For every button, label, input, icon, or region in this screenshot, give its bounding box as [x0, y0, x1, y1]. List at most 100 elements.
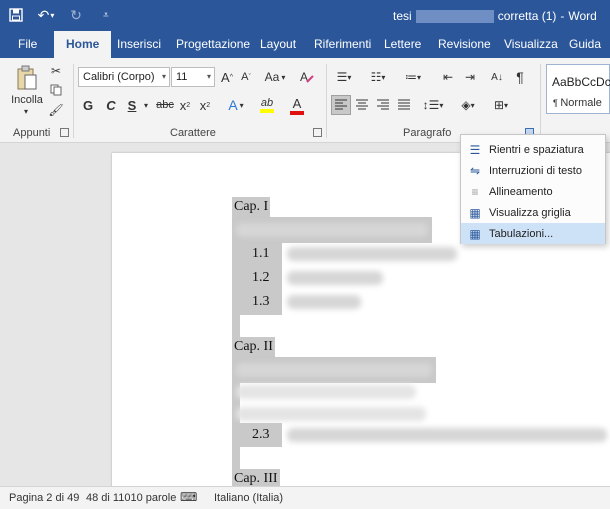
underline-dropdown-icon[interactable]: ▾ — [141, 96, 151, 114]
proofing-icon[interactable]: ⌨ — [180, 490, 197, 504]
cut-icon[interactable]: ✂ — [49, 64, 63, 78]
shrink-font-button[interactable]: Aˇ — [238, 68, 254, 86]
show-formatting-icon[interactable]: ¶ — [512, 68, 528, 86]
underline-button[interactable]: S — [125, 96, 139, 114]
copy-icon[interactable] — [49, 83, 63, 97]
strikethrough-button[interactable]: abc — [155, 96, 175, 114]
tab-layout[interactable]: Layout — [260, 31, 296, 58]
clipboard-launcher-icon[interactable] — [60, 128, 69, 137]
tab-home[interactable]: Home — [54, 31, 112, 58]
blurred-text — [236, 223, 428, 237]
title-bar: ↶ ▾ ↻ ⩡ tesi corretta (1) - Word — [0, 0, 610, 31]
doc-title-end: corretta (1) — [497, 9, 557, 23]
font-color-button[interactable]: A — [283, 94, 311, 116]
align-center-icon[interactable] — [353, 95, 371, 115]
line-spacing-icon[interactable]: ↕☰ ▾ — [420, 95, 446, 115]
tab-lettere[interactable]: Lettere — [384, 31, 421, 58]
menu-item-label: Interruzioni di testo — [489, 164, 582, 177]
style-normal-tile[interactable]: AaBbCcDc ¶ Normale — [546, 64, 610, 114]
superscript-button[interactable]: x2 — [198, 96, 212, 114]
paste-icon[interactable] — [12, 64, 42, 92]
style-name-label: Normale — [560, 97, 602, 109]
section-1-1: 1.1 — [252, 246, 270, 261]
tab-revisione[interactable]: Revisione — [438, 31, 491, 58]
title-separator: - — [560, 9, 565, 23]
multilevel-list-icon[interactable]: ≔ ▾ — [400, 68, 426, 86]
style-sample-text: AaBbCcDc — [552, 75, 610, 89]
group-divider — [326, 64, 327, 138]
text-effects-button[interactable]: A ▾ — [223, 96, 249, 114]
status-bar: Pagina 2 di 49 48 di 11010 parole ⌨ Ital… — [0, 486, 610, 509]
tab-guida[interactable]: Guida — [569, 31, 601, 58]
tab-riferimenti[interactable]: Riferimenti — [314, 31, 371, 58]
shrink-font-label: A — [241, 71, 249, 83]
menu-item-indent-spacing[interactable]: ☰ Rientri e spaziatura — [461, 139, 605, 160]
sort-icon[interactable]: A↓ — [488, 68, 506, 86]
font-name-value: Calibri (Corpo) — [83, 71, 155, 83]
justify-icon[interactable] — [395, 95, 413, 115]
clipboard-group-label: Appunti — [13, 127, 51, 139]
redo-icon[interactable]: ↻ — [66, 6, 86, 24]
blurred-text — [236, 363, 432, 377]
change-case-button[interactable]: Aa ▾ — [262, 68, 288, 86]
customize-icon[interactable]: ⩡ — [96, 6, 116, 24]
page-count[interactable]: Pagina 2 di 49 — [9, 492, 79, 504]
font-size-combo[interactable]: 11 ▾ — [171, 67, 215, 87]
align-left-icon[interactable] — [331, 95, 351, 115]
grow-font-button[interactable]: A ^ — [219, 68, 235, 86]
numbering-icon[interactable]: ☷ ▾ — [366, 68, 390, 86]
chapter-1-heading: Cap. I — [232, 197, 271, 217]
ribbon: Incolla ▾ ✂ 🖌 Appunti Calibri (Corpo) ▾ 1… — [0, 58, 610, 143]
tabs-icon: ▦ — [469, 226, 481, 241]
undo-icon[interactable]: ↶ ▾ — [36, 6, 56, 24]
section-2-3: 2.3 — [252, 427, 270, 442]
font-size-value: 11 — [176, 71, 188, 83]
language-indicator[interactable]: Italiano (Italia) — [214, 492, 283, 504]
tab-progettazione[interactable]: Progettazione — [176, 31, 250, 58]
clear-formatting-icon[interactable]: A — [298, 68, 316, 86]
section-1-2: 1.2 — [252, 270, 270, 285]
menu-item-alignment[interactable]: ≡ Allineamento — [461, 181, 605, 202]
doc-title-start: tesi — [393, 9, 412, 23]
blurred-text — [236, 385, 416, 399]
highlight-button[interactable]: ab — [253, 94, 281, 116]
redacted-filename-block — [415, 9, 494, 23]
menu-item-show-grid[interactable]: ▦ Visualizza griglia — [461, 202, 605, 223]
alignment-icon: ≡ — [471, 184, 479, 199]
menu-item-line-breaks[interactable]: ⇋ Interruzioni di testo — [461, 160, 605, 181]
tab-file[interactable]: File — [18, 31, 37, 58]
bullets-icon[interactable]: ☰ ▾ — [332, 68, 356, 86]
chapter-2-heading: Cap. II — [232, 337, 275, 357]
save-icon[interactable] — [6, 6, 26, 24]
highlight-icon: ab — [260, 97, 274, 109]
bold-button[interactable]: G — [81, 96, 95, 114]
subscript-button[interactable]: x2 — [178, 96, 192, 114]
font-group-label: Carattere — [170, 127, 216, 139]
italic-button[interactable]: C — [104, 96, 118, 114]
blurred-text — [287, 271, 383, 285]
font-name-combo[interactable]: Calibri (Corpo) ▾ — [78, 67, 170, 87]
menu-item-label: Rientri e spaziatura — [489, 143, 584, 156]
paste-dropdown-icon[interactable]: ▾ — [20, 107, 32, 116]
font-launcher-icon[interactable] — [313, 128, 322, 137]
tab-visualizza[interactable]: Visualizza — [504, 31, 558, 58]
ribbon-tabs: File Home Inserisci Progettazione Layout… — [0, 31, 610, 58]
align-right-icon[interactable] — [374, 95, 392, 115]
shading-icon[interactable]: ◈ ▾ — [455, 95, 481, 115]
tab-inserisci[interactable]: Inserisci — [117, 31, 161, 58]
font-color-label: A — [292, 95, 302, 111]
menu-item-label: Visualizza griglia — [489, 206, 571, 219]
word-count[interactable]: 48 di 11010 parole — [86, 492, 176, 504]
decrease-indent-icon[interactable]: ⇤ — [440, 68, 456, 86]
group-divider — [73, 64, 74, 138]
menu-item-tabs[interactable]: ▦ Tabulazioni... — [461, 223, 605, 244]
borders-icon[interactable]: ⊞ ▾ — [488, 95, 514, 115]
increase-indent-icon[interactable]: ⇥ — [462, 68, 478, 86]
chevron-down-icon: ▾ — [161, 72, 166, 81]
blurred-text — [287, 295, 361, 309]
blurred-text — [236, 407, 426, 421]
indent-spacing-icon: ☰ — [469, 142, 481, 157]
format-painter-icon[interactable]: 🖌 — [48, 103, 63, 117]
paste-button[interactable]: Incolla — [10, 93, 44, 107]
text-effects-label: A — [228, 97, 238, 113]
